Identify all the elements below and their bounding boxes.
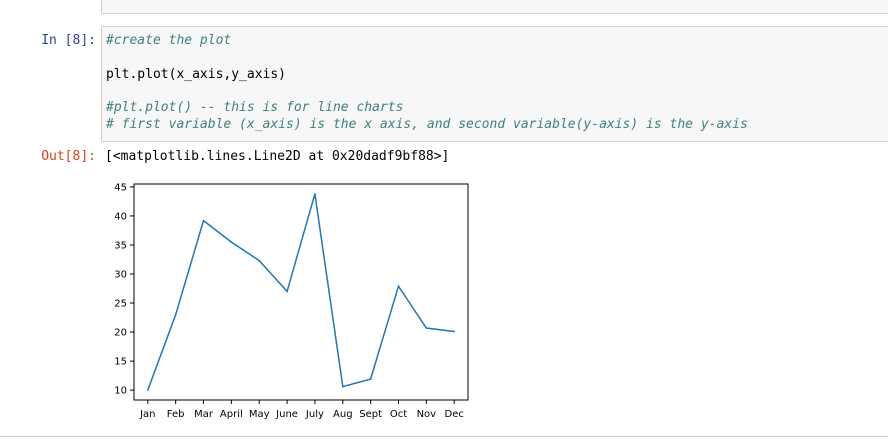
x-tick-label: Mar xyxy=(194,409,214,420)
output-prompt: Out[8]: xyxy=(41,149,96,164)
x-tick-label: June xyxy=(275,409,298,420)
data-point xyxy=(369,378,372,380)
data-point xyxy=(425,327,428,329)
code-comment-line: #plt.plot() -- this is for line charts xyxy=(106,100,404,115)
plot-frame xyxy=(133,183,469,401)
data-point xyxy=(230,241,233,243)
y-tick-label: 20 xyxy=(114,328,127,339)
x-tick-label: April xyxy=(220,409,243,420)
x-tick-label: Feb xyxy=(167,409,185,420)
x-tick-label: Dec xyxy=(445,409,464,420)
data-point xyxy=(202,219,205,222)
x-tick-label: Nov xyxy=(417,409,437,420)
input-prompt: In [8]: xyxy=(41,33,96,48)
x-tick-label: Sept xyxy=(359,409,382,420)
code-comment-line: # first variable (x_axis) is the x axis,… xyxy=(106,117,748,132)
data-point xyxy=(286,290,288,293)
chart-svg: 10 15 20 25 30 35 40 45 Jan Feb Mar April May June Jul… xyxy=(114,182,469,420)
y-tick-label: 15 xyxy=(114,357,127,368)
data-point xyxy=(397,285,400,287)
cell-divider xyxy=(0,436,888,437)
output-text: [<matplotlib.lines.Line2D at 0x20dadf9bf… xyxy=(105,149,450,164)
y-tick-label: 35 xyxy=(114,240,127,251)
data-point xyxy=(174,313,177,316)
y-tick-label: 45 xyxy=(114,182,127,193)
y-tick-label: 25 xyxy=(114,299,127,310)
data-point xyxy=(341,385,344,388)
code-input-area[interactable]: #create the plot plt.plot(x_axis,y_axis)… xyxy=(101,26,888,142)
x-tick-label: May xyxy=(249,409,270,420)
y-tick-label: 30 xyxy=(114,270,127,281)
y-tick-label: 40 xyxy=(114,211,127,222)
line-chart: 10 15 20 25 30 35 40 45 Jan Feb Mar April May June Jul… xyxy=(100,178,480,432)
data-point xyxy=(453,330,456,333)
data-point xyxy=(147,389,149,391)
y-tick-label: 10 xyxy=(114,386,127,397)
previous-cell-input[interactable] xyxy=(101,0,888,14)
data-point xyxy=(314,193,316,195)
code-comment-line: #create the plot xyxy=(106,33,232,48)
x-tick-label: Oct xyxy=(390,409,407,420)
x-tick-label: Aug xyxy=(333,409,353,420)
data-point xyxy=(258,259,261,262)
code-line: plt.plot(x_axis,y_axis) xyxy=(106,67,287,82)
x-tick-label: Jan xyxy=(139,409,155,420)
x-tick-label: July xyxy=(305,409,324,420)
